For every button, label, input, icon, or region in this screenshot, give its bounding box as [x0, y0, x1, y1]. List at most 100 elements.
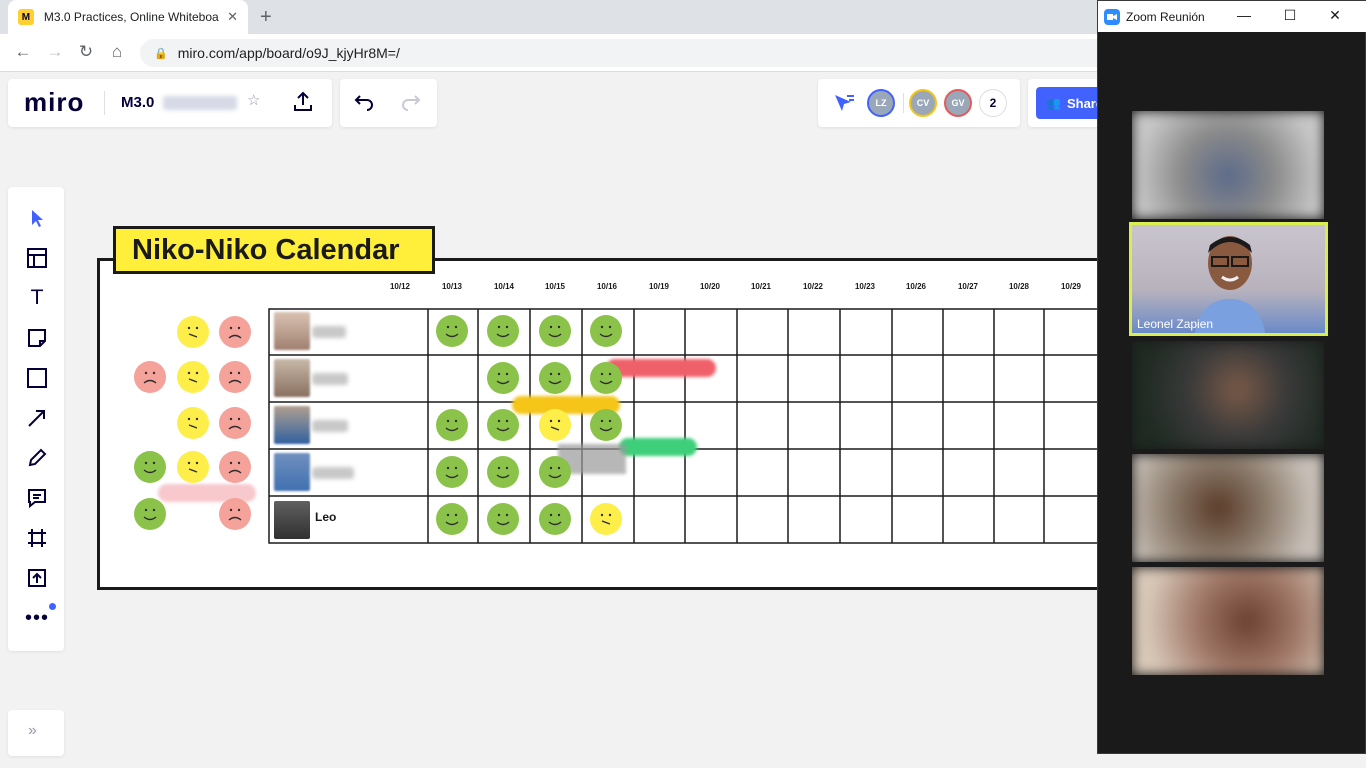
happy-face-icon[interactable] — [134, 451, 166, 483]
expand-icon[interactable]: » — [28, 722, 37, 740]
text-tool-icon[interactable]: T — [26, 286, 48, 309]
date-header: 10/26 — [905, 282, 927, 291]
star-icon[interactable]: ☆ — [247, 91, 260, 109]
happy-face-icon[interactable] — [487, 503, 519, 535]
date-header: 10/21 — [750, 282, 772, 291]
forward-icon[interactable]: → — [44, 42, 66, 62]
avatar-divider — [903, 93, 904, 113]
close-window-icon[interactable]: ✕ — [1323, 7, 1347, 24]
date-header: 10/29 — [1060, 282, 1082, 291]
avatar-cv[interactable]: CV — [909, 89, 937, 117]
more-collaborators-count[interactable]: 2 — [979, 89, 1007, 117]
undo-icon[interactable] — [353, 91, 375, 118]
minimize-icon[interactable]: — — [1232, 7, 1256, 23]
happy-face-icon[interactable] — [539, 503, 571, 535]
left-toolbar: T ••• — [8, 187, 64, 651]
reload-icon[interactable]: ↻ — [75, 42, 97, 62]
sad-face-icon[interactable] — [219, 498, 251, 530]
member-photo — [274, 312, 310, 350]
sticky-note-icon[interactable] — [26, 327, 48, 349]
happy-face-icon[interactable] — [590, 409, 622, 441]
happy-face-icon[interactable] — [487, 456, 519, 488]
happy-face-icon[interactable] — [590, 315, 622, 347]
happy-face-icon[interactable] — [487, 315, 519, 347]
participant-video[interactable] — [1132, 454, 1324, 562]
home-icon[interactable]: ⌂ — [106, 42, 128, 62]
collaborator-cursor-tag — [606, 359, 716, 377]
happy-face-icon[interactable] — [539, 456, 571, 488]
board-title[interactable]: M3.0 — [121, 94, 154, 111]
sad-face-icon[interactable] — [134, 361, 166, 393]
happy-face-icon[interactable] — [539, 362, 571, 394]
templates-icon[interactable] — [26, 247, 48, 269]
collaborators-panel: LZ CV GV 2 — [818, 79, 1020, 127]
happy-face-icon[interactable] — [590, 362, 622, 394]
pen-icon[interactable] — [26, 447, 48, 469]
sad-face-icon[interactable] — [219, 407, 251, 439]
happy-face-icon[interactable] — [134, 498, 166, 530]
frame-icon[interactable] — [26, 527, 48, 549]
collaborator-cursor-tag — [619, 438, 697, 456]
back-icon[interactable]: ← — [12, 42, 34, 62]
avatar-lz[interactable]: LZ — [867, 89, 895, 117]
zoom-titlebar: Zoom Reunión — ☐ ✕ — [1098, 1, 1366, 32]
date-header: 10/20 — [699, 282, 721, 291]
date-header: 10/22 — [802, 282, 824, 291]
happy-face-icon[interactable] — [539, 315, 571, 347]
browser-tab[interactable]: M M3.0 Practices, Online Whiteboar ✕ — [8, 0, 248, 34]
sad-face-icon[interactable] — [219, 451, 251, 483]
tab-title: M3.0 Practices, Online Whiteboar — [43, 10, 220, 24]
member-name-redacted — [312, 420, 348, 432]
participant-name: Leonel Zapien — [1137, 317, 1214, 331]
happy-face-icon[interactable] — [436, 503, 468, 535]
happy-face-icon[interactable] — [436, 409, 468, 441]
participant-video-active[interactable]: Leonel Zapien — [1129, 222, 1328, 336]
date-header: 10/23 — [854, 282, 876, 291]
neutral-face-icon[interactable] — [177, 361, 209, 393]
date-header: 10/14 — [493, 282, 515, 291]
member-name-redacted — [312, 467, 354, 479]
happy-face-icon[interactable] — [487, 409, 519, 441]
participant-video[interactable] — [1132, 567, 1324, 675]
sad-face-icon[interactable] — [219, 361, 251, 393]
upload-icon[interactable] — [26, 567, 48, 589]
member-name-redacted — [312, 373, 348, 385]
avatar-gv[interactable]: GV — [944, 89, 972, 117]
happy-face-icon[interactable] — [436, 456, 468, 488]
lock-icon: 🔒 — [154, 47, 168, 60]
happy-face-icon[interactable] — [487, 362, 519, 394]
notification-dot — [49, 603, 56, 610]
miro-logo: miro — [24, 87, 85, 117]
url-text: miro.com/app/board/o9J_kjyHr8M=/ — [177, 45, 400, 61]
date-header: 10/12 — [389, 282, 411, 291]
select-cursor-icon[interactable] — [26, 207, 48, 229]
board-header-panel: miro M3.0 ☆ — [8, 79, 332, 127]
date-header: 10/19 — [648, 282, 670, 291]
export-icon[interactable] — [291, 90, 315, 119]
calendar-title[interactable]: Niko-Niko Calendar — [113, 226, 435, 274]
neutral-face-icon[interactable] — [539, 409, 571, 441]
neutral-face-icon[interactable] — [177, 451, 209, 483]
cursor-follow-icon[interactable] — [832, 92, 856, 119]
date-header: 10/16 — [596, 282, 618, 291]
more-tools-icon[interactable]: ••• — [25, 607, 48, 629]
shape-icon[interactable] — [26, 367, 48, 389]
member-photo — [274, 406, 310, 444]
sad-face-icon[interactable] — [219, 316, 251, 348]
close-tab-icon[interactable]: ✕ — [227, 9, 238, 25]
member-photo — [274, 453, 310, 491]
neutral-face-icon[interactable] — [177, 316, 209, 348]
participant-video[interactable] — [1132, 111, 1324, 219]
maximize-icon[interactable]: ☐ — [1278, 7, 1302, 24]
header-divider — [104, 91, 105, 115]
date-header: 10/15 — [544, 282, 566, 291]
redo-icon[interactable] — [400, 91, 422, 118]
url-input[interactable]: 🔒 miro.com/app/board/o9J_kjyHr8M=/ — [140, 39, 1140, 67]
connector-arrow-icon[interactable] — [26, 407, 48, 429]
new-tab-icon[interactable]: + — [260, 6, 272, 29]
participant-video[interactable] — [1132, 341, 1324, 449]
happy-face-icon[interactable] — [436, 315, 468, 347]
comment-icon[interactable] — [26, 487, 48, 509]
neutral-face-icon[interactable] — [590, 503, 622, 535]
neutral-face-icon[interactable] — [177, 407, 209, 439]
